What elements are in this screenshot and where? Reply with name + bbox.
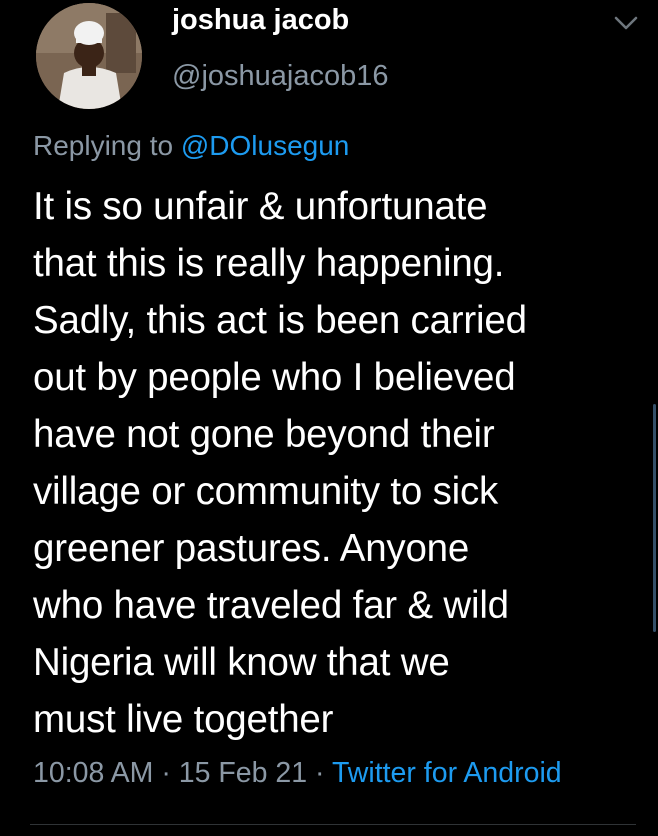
- meta-separator: ·: [161, 757, 171, 789]
- avatar[interactable]: [36, 3, 142, 109]
- tweet-card: joshua jacob @joshuajacob16 Replying to …: [0, 0, 658, 836]
- replying-to-line: Replying to @DOlusegun: [33, 130, 349, 162]
- divider: [30, 824, 636, 825]
- meta-separator: ·: [315, 757, 325, 789]
- chevron-down-icon[interactable]: [612, 12, 640, 34]
- replying-to-mention[interactable]: @DOlusegun: [181, 130, 350, 161]
- scrollbar[interactable]: [653, 404, 656, 632]
- tweet-text: It is so unfair & unfortunate that this …: [33, 185, 527, 741]
- replying-to-label: Replying to: [33, 130, 174, 161]
- tweet-date[interactable]: 15 Feb 21: [179, 757, 307, 789]
- tweet-time[interactable]: 10:08 AM: [33, 757, 153, 789]
- tweet-source[interactable]: Twitter for Android: [332, 757, 562, 789]
- tweet-meta: 10:08 AM · 15 Feb 21 · Twitter for Andro…: [33, 757, 562, 790]
- user-handle[interactable]: @joshuajacob16: [172, 60, 388, 93]
- display-name[interactable]: joshua jacob: [172, 4, 349, 37]
- avatar-photo: [36, 3, 142, 109]
